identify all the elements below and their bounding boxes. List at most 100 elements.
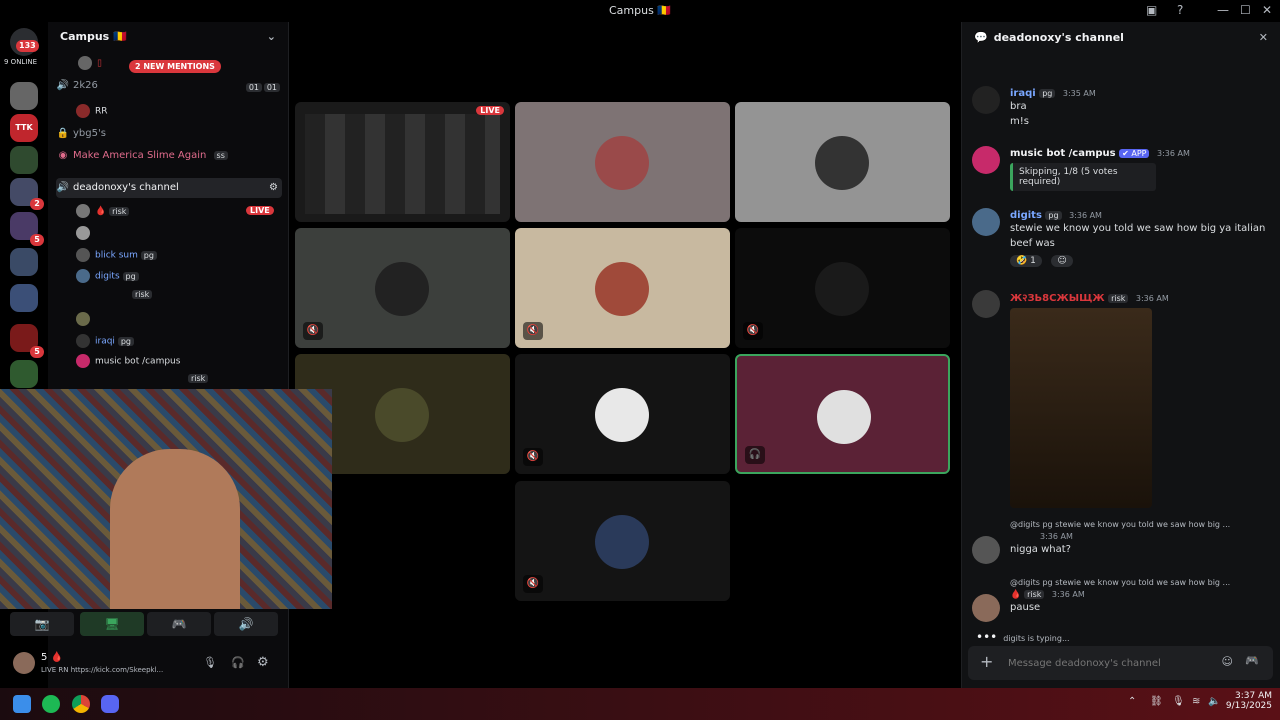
wifi-icon[interactable]: ≋ <box>1192 696 1200 707</box>
server-icon[interactable] <box>10 360 38 388</box>
voice-channel-slime[interactable]: ◉ Make America Slime Again ss <box>56 150 282 170</box>
voice-user[interactable]: risk <box>132 290 153 308</box>
avatar <box>817 390 871 444</box>
screenshare-button[interactable]: 🖥 <box>80 612 144 636</box>
participant-tile[interactable] <box>515 102 730 222</box>
avatar[interactable] <box>972 208 1000 236</box>
close-icon[interactable]: ✕ <box>1259 31 1268 44</box>
message-author[interactable]: iraqi <box>1010 88 1036 99</box>
soundboard-button[interactable]: 🔊 <box>214 612 278 636</box>
avatar[interactable] <box>13 652 35 674</box>
voice-user[interactable]: ▯ <box>78 56 102 74</box>
voice-user[interactable]: RR <box>76 104 108 122</box>
maximize-button[interactable]: ☐ <box>1240 3 1251 17</box>
voice-user[interactable]: 🩸 risk <box>76 204 130 222</box>
voice-user[interactable] <box>76 312 95 330</box>
chevron-down-icon[interactable]: ⌄ <box>267 30 276 43</box>
participant-tile[interactable]: 🔇 <box>295 228 510 348</box>
blood-drop-icon: 🩸 <box>1010 590 1025 600</box>
server-ttk-icon[interactable]: TTK <box>10 114 38 142</box>
participant-tile[interactable]: 🔇 <box>515 354 730 474</box>
activity-button[interactable]: 🎮 <box>147 612 211 636</box>
channel-name: ybg5's <box>73 128 106 139</box>
network-off-icon[interactable]: ⛓ <box>1150 696 1163 707</box>
clock[interactable]: 3:37 AM 9/13/2025 <box>1222 691 1272 711</box>
participant-tile[interactable]: 🔇 <box>515 228 730 348</box>
chat-message: music bot /campus ✔ APP 3:36 AM Skipping… <box>972 146 1272 191</box>
participant-tile[interactable]: 🔇 <box>515 481 730 601</box>
voice-user[interactable]: iraqi pg <box>76 334 134 352</box>
reaction[interactable]: 🤣 1 <box>1010 255 1042 267</box>
screenshare-tile[interactable]: LIVE <box>295 102 510 222</box>
image-attachment[interactable] <box>1010 308 1152 508</box>
gear-icon[interactable]: ⚙ <box>269 182 278 193</box>
minimize-button[interactable]: — <box>1217 3 1229 17</box>
laugh-emoji-icon: 🤣 <box>1016 256 1031 266</box>
voice-user[interactable] <box>76 226 95 244</box>
participant-tile-speaking[interactable]: 🎧 <box>735 354 950 474</box>
server-name: Campus 🇹🇩 <box>60 30 127 43</box>
help-icon[interactable]: ? <box>1177 3 1183 17</box>
windows-start-icon[interactable] <box>13 695 31 713</box>
server-icon[interactable] <box>10 82 38 110</box>
voice-user[interactable]: music bot /campus <box>76 354 180 372</box>
avatar[interactable] <box>972 536 1000 564</box>
volume-icon[interactable]: 🔈 <box>1208 696 1220 707</box>
avatar[interactable] <box>972 594 1000 622</box>
server-icon[interactable] <box>10 146 38 174</box>
message-author[interactable]: music bot /campus <box>1010 148 1116 159</box>
avatar <box>595 136 649 190</box>
avatar[interactable] <box>972 146 1000 174</box>
deafened-icon: 🎧 <box>745 446 765 464</box>
headphones-icon[interactable]: 🎧 <box>231 656 245 669</box>
discord-icon[interactable] <box>101 695 119 713</box>
inbox-icon[interactable]: ▣ <box>1146 3 1157 17</box>
server-header[interactable]: Campus 🇹🇩 ⌄ <box>48 22 288 54</box>
tray-chevron-icon[interactable]: ⌃ <box>1128 696 1136 707</box>
close-window-button[interactable]: ✕ <box>1262 3 1272 17</box>
voice-chat-panel: 💬 deadonoxy's channel ✕ iraqi pg 3:35 AM … <box>961 22 1280 688</box>
message-time: 3:36 AM <box>1135 294 1169 303</box>
avatar[interactable] <box>972 86 1000 114</box>
gear-icon[interactable]: ⚙ <box>257 655 269 670</box>
stream-preview <box>305 114 500 214</box>
emoji-icon[interactable]: ☺ <box>1222 655 1233 668</box>
message-text: beef was <box>1010 238 1055 249</box>
voice-channel-2k26[interactable]: 🔊 2k26 01 01 <box>56 80 282 100</box>
message-author[interactable]: digits <box>1010 210 1042 221</box>
voice-user[interactable]: digits pg <box>76 269 139 287</box>
message-time: 3:36 AM <box>1156 149 1190 158</box>
microphone-icon[interactable]: 🎙 <box>1172 696 1185 707</box>
activity-icon[interactable]: 🎮 <box>1245 654 1259 667</box>
microphone-icon[interactable]: 🎙 <box>203 656 217 669</box>
add-attachment-icon[interactable]: + <box>980 652 993 671</box>
live-badge: LIVE <box>476 106 504 115</box>
chrome-icon[interactable] <box>72 695 90 713</box>
typing-dots-icon: ••• <box>976 630 998 644</box>
reply-preview[interactable]: @digits pg stewie we know you told we sa… <box>1010 520 1272 529</box>
chat-bubble-icon: 💬 <box>974 31 988 44</box>
server-icon[interactable] <box>10 248 38 276</box>
title-bar: Campus 🇹🇩 ▣ ? — ☐ ✕ <box>0 0 1280 22</box>
spotify-icon[interactable] <box>42 695 60 713</box>
add-reaction-icon[interactable]: ☺ <box>1051 255 1073 267</box>
muted-icon: 🔇 <box>523 322 543 340</box>
voice-channel-deadonoxy[interactable]: 🔊 deadonoxy's channel ⚙ <box>56 178 282 198</box>
reply-preview[interactable]: @digits pg stewie we know you told we sa… <box>1010 578 1272 587</box>
voice-user[interactable]: blick sum pg <box>76 248 157 266</box>
voice-channel-ybg5s[interactable]: 🔒 ybg5's <box>56 128 282 148</box>
app-tag: ✔ APP <box>1119 149 1150 158</box>
message-input[interactable] <box>1008 654 1208 672</box>
camera-button[interactable]: 📷 <box>10 612 74 636</box>
message-author[interactable]: Ж२ЗЬ8СЖЫЩЖ <box>1010 293 1105 304</box>
new-mentions-pill[interactable]: 2 NEW MENTIONS <box>129 60 221 73</box>
server-icon[interactable] <box>10 284 38 312</box>
participant-tile[interactable] <box>735 102 950 222</box>
avatar[interactable] <box>972 290 1000 318</box>
participant-tile[interactable]: 🔇 <box>735 228 950 348</box>
avatar <box>595 388 649 442</box>
chat-message: iraqi pg 3:35 AM bra m!s <box>972 86 1272 129</box>
chat-message: @digits pg stewie we know you told we sa… <box>972 520 1272 564</box>
channel-name: 2k26 <box>73 80 98 91</box>
message-composer: + ☺ 🎮 <box>968 646 1273 680</box>
